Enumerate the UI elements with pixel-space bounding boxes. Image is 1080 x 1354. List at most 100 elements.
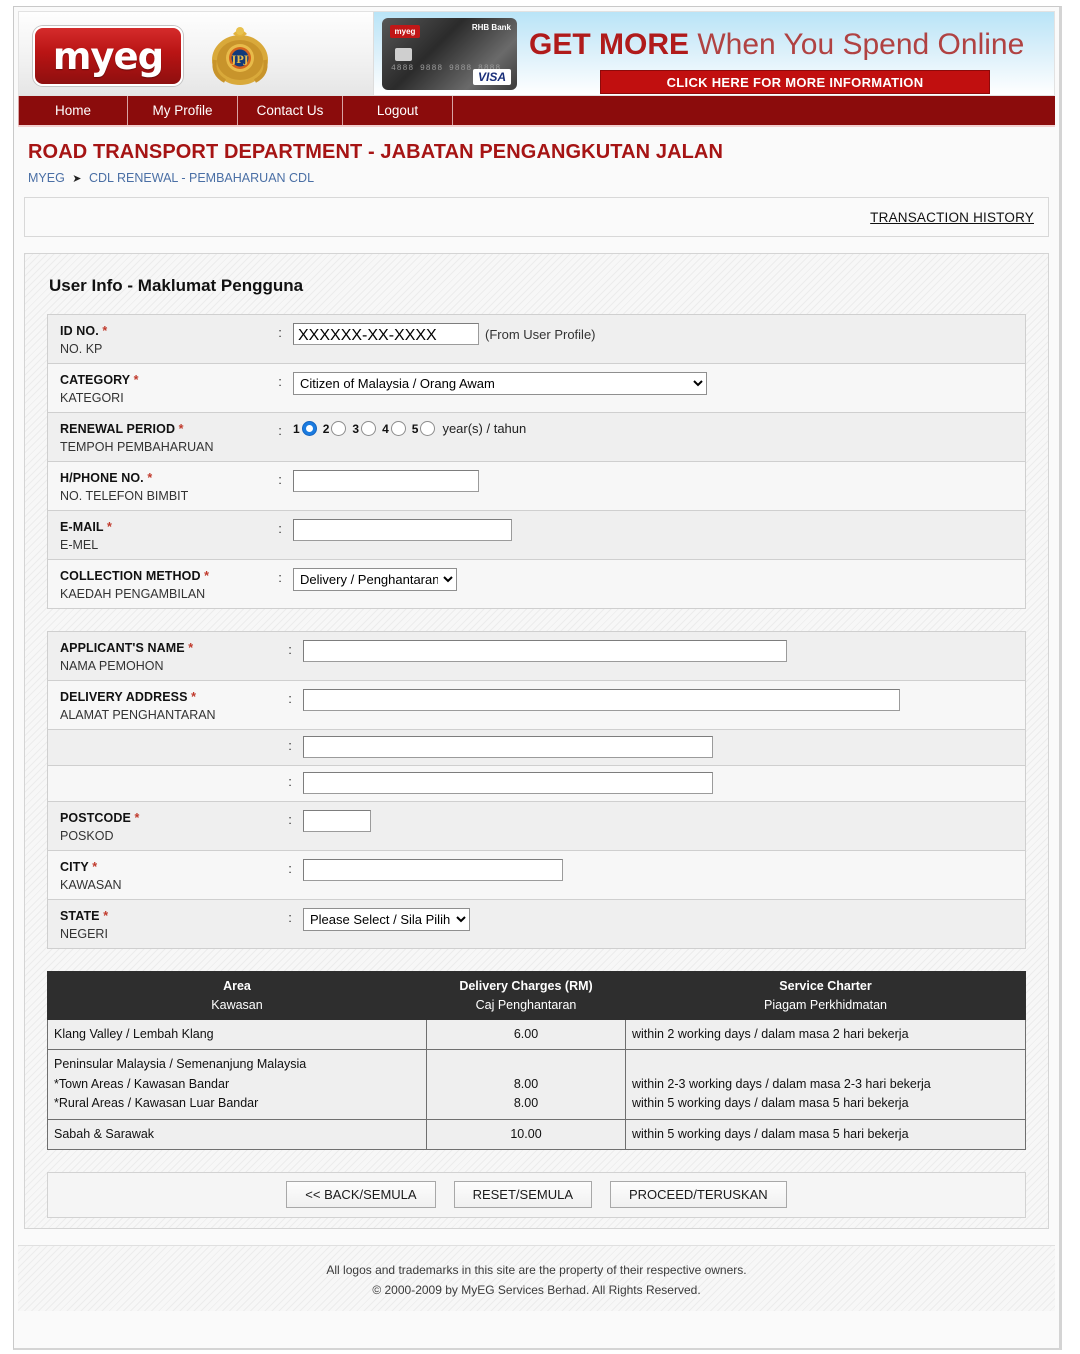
back-button[interactable]: << BACK/SEMULA <box>286 1181 436 1209</box>
promo-banner[interactable]: myeg RHB Bank 4888 9888 9888 8888 VISA G… <box>373 12 1054 95</box>
renewal-radio-4[interactable] <box>390 421 406 436</box>
field-id-no-wrap: XXXXXX-XX-XXXX (From User Profile) <box>287 315 1025 351</box>
field-delivery-address-line3-wrap <box>297 766 1025 800</box>
myeg-logo[interactable]: myeg <box>33 26 183 86</box>
field-hphone-no-wrap <box>287 462 1025 498</box>
postcode-input[interactable] <box>303 810 371 832</box>
charges-area-line: Sabah & Sarawak <box>54 1126 155 1141</box>
charges-charter-cell: within 2 working days / dalam masa 2 har… <box>625 1018 1026 1051</box>
charges-area-line: *Rural Areas / Kawasan Luar Bandar <box>54 1096 259 1111</box>
delivery-charges-table: Area Kawasan Delivery Charges (RM) Caj P… <box>47 971 1026 1150</box>
label-renewal-period: RENEWAL PERIOD * TEMPOH PEMBAHARUAN <box>48 413 273 461</box>
charges-amount-line: 6.00 <box>513 1027 539 1041</box>
label-postcode-my: POSKOD <box>60 829 114 843</box>
label-id-no-my: NO. KP <box>60 342 103 356</box>
label-delivery-address-en: DELIVERY ADDRESS <box>60 690 188 704</box>
nav-item-my-profile[interactable]: My Profile <box>128 96 238 125</box>
charges-header-charter-en: Service Charter <box>779 979 872 993</box>
charges-amount-cell: 10.00 <box>426 1118 626 1150</box>
charges-amount-line: 8.00 <box>513 1076 539 1091</box>
title-block: ROAD TRANSPORT DEPARTMENT - JABATAN PENG… <box>14 127 1059 185</box>
renewal-radio-3[interactable] <box>361 421 377 436</box>
breadcrumb: MYEG ➤ CDL RENEWAL - PEMBAHARUAN CDL <box>28 171 1059 185</box>
charges-header-charges: Delivery Charges (RM) Caj Penghantaran <box>426 971 626 1020</box>
colon-separator: : <box>278 325 282 340</box>
collection-method-select[interactable]: Delivery / Penghantaran <box>293 568 457 591</box>
renewal-option-2[interactable]: 2 <box>323 421 347 436</box>
delivery-address-line2-input[interactable] <box>303 736 713 758</box>
delivery-address-line3-input[interactable] <box>303 772 713 794</box>
proceed-button[interactable]: PROCEED/TERUSKAN <box>610 1181 787 1209</box>
charges-amount-line-blank <box>433 1055 619 1074</box>
id-no-masked-value: XXXXXX-XX-XXXX <box>298 327 437 344</box>
charges-header-area-en: Area <box>223 979 251 993</box>
charges-area-cell: Peninsular Malaysia / Semenanjung Malays… <box>47 1049 427 1120</box>
charges-header-row: Area Kawasan Delivery Charges (RM) Caj P… <box>47 971 1026 1020</box>
colon-separator: : <box>288 812 292 827</box>
renewal-radio-5[interactable] <box>420 421 436 436</box>
renewal-radio-1[interactable] <box>301 421 317 436</box>
renewal-option-3[interactable]: 3 <box>352 421 377 436</box>
renewal-option-4[interactable]: 4 <box>382 421 406 436</box>
nav-item-logout[interactable]: Logout <box>343 96 453 125</box>
charges-area-cell: Sabah & Sarawak <box>47 1118 427 1150</box>
label-state-my: NEGERI <box>60 927 108 941</box>
applicants-name-input[interactable] <box>303 640 787 662</box>
hphone-no-input[interactable] <box>293 470 479 492</box>
myeg-logo-text: myeg <box>52 34 164 78</box>
state-select[interactable]: Please Select / Sila Pilih <box>303 908 470 931</box>
label-state-en: STATE <box>60 909 100 923</box>
label-renewal-period-my: TEMPOH PEMBAHARUAN <box>60 440 214 454</box>
banner-cta-button[interactable]: CLICK HERE FOR MORE INFORMATION <box>600 70 990 94</box>
required-marker: * <box>92 860 98 874</box>
required-marker: * <box>134 811 140 825</box>
form-row-city: CITY * KAWASAN : <box>48 851 1025 900</box>
label-collection-method-my: KAEDAH PENGAMBILAN <box>60 587 206 601</box>
email-input[interactable] <box>293 519 512 541</box>
label-postcode-en: POSTCODE <box>60 811 131 825</box>
label-postcode: POSTCODE * POSKOD <box>48 802 283 850</box>
renewal-option-3-label: 3 <box>352 421 360 436</box>
page-title: ROAD TRANSPORT DEPARTMENT - JABATAN PENG… <box>28 141 724 163</box>
breadcrumb-current[interactable]: CDL RENEWAL - PEMBAHARUAN CDL <box>89 171 314 185</box>
charges-header-area-my: Kawasan <box>211 998 263 1012</box>
nav-item-contact-us[interactable]: Contact Us <box>238 96 343 125</box>
city-input[interactable] <box>303 859 563 881</box>
required-marker: * <box>107 520 112 534</box>
delivery-address-input[interactable] <box>303 689 900 711</box>
form-row-delivery-address: DELIVERY ADDRESS * ALAMAT PENGHANTARAN : <box>48 681 1025 730</box>
colon-separator: : <box>288 642 292 657</box>
renewal-option-1[interactable]: 1 <box>293 421 317 436</box>
required-marker: * <box>133 373 139 387</box>
chevron-right-icon: ➤ <box>72 173 82 185</box>
colon-separator: : <box>278 423 282 438</box>
renewal-option-4-label: 4 <box>382 421 389 436</box>
label-applicants-name-en: APPLICANT'S NAME <box>60 641 185 655</box>
charges-area-line: *Town Areas / Kawasan Bandar <box>54 1076 230 1091</box>
category-select[interactable]: Citizen of Malaysia / Orang Awam <box>293 372 707 395</box>
table-row: Klang Valley / Lembah Klang 6.00 within … <box>47 1018 1026 1051</box>
label-id-no: ID NO. * NO. KP <box>48 315 273 363</box>
label-renewal-period-en: RENEWAL PERIOD <box>60 422 176 436</box>
label-delivery-address-my: ALAMAT PENGHANTARAN <box>60 708 216 722</box>
charges-area-cell: Klang Valley / Lembah Klang <box>47 1018 427 1051</box>
renewal-option-5[interactable]: 5 <box>412 421 436 436</box>
card-myeg-logo: myeg <box>390 25 420 38</box>
charges-charter-line: within 5 working days / dalam masa 5 har… <box>632 1096 909 1111</box>
renewal-radio-2[interactable] <box>331 421 347 436</box>
form-row-delivery-address-line2: : <box>48 730 1025 766</box>
charges-area-line: Klang Valley / Lembah Klang <box>54 1027 214 1041</box>
breadcrumb-root[interactable]: MYEG <box>28 171 65 185</box>
nav-item-home[interactable]: Home <box>18 96 128 125</box>
label-collection-method-en: COLLECTION METHOD <box>60 569 201 583</box>
transaction-history-link[interactable]: TRANSACTION HISTORY <box>870 210 1034 225</box>
delivery-form-block: APPLICANT'S NAME * NAMA PEMOHON : DELIVE… <box>47 631 1026 949</box>
renewal-option-1-label: 1 <box>293 421 300 436</box>
field-renewal-period-wrap: 1 2 3 4 5 year(s) / tahun <box>287 413 1025 442</box>
banner-headline-bold: GET MORE <box>529 28 690 61</box>
visa-logo: VISA <box>472 69 511 85</box>
renewal-option-2-label: 2 <box>322 421 330 436</box>
colon-separator: : <box>288 691 292 706</box>
label-delivery-address-line2 <box>48 730 283 746</box>
reset-button[interactable]: RESET/SEMULA <box>453 1181 592 1209</box>
